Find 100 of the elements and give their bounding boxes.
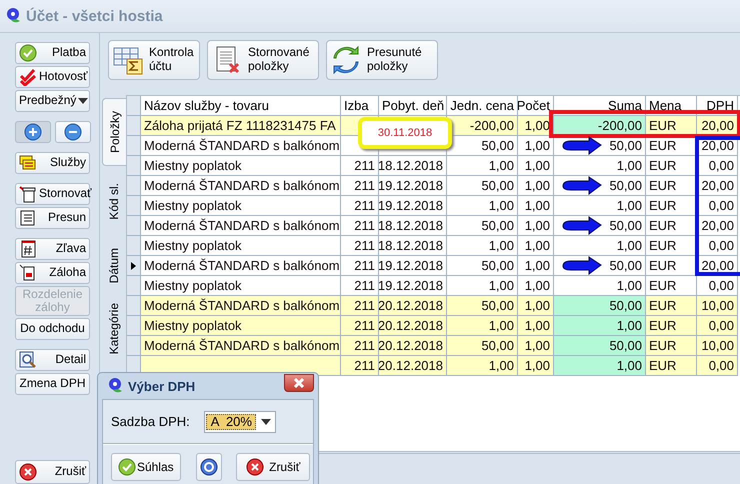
table-cell: 1,00 bbox=[554, 356, 646, 376]
table-cell: Miestny poplatok bbox=[141, 316, 341, 336]
table-cell: 50,00 bbox=[554, 336, 646, 356]
table-cell: 1,00 bbox=[447, 156, 518, 176]
row-header[interactable] bbox=[127, 256, 141, 276]
table-cell: 1,00 bbox=[447, 236, 518, 256]
toolbar-button[interactable]: Kontrola účtu bbox=[108, 40, 200, 80]
side-tab[interactable]: Položky bbox=[102, 98, 126, 166]
column-header[interactable]: Počet bbox=[518, 96, 554, 116]
table-cell: Miestny poplatok bbox=[141, 196, 341, 216]
dropdown-button[interactable]: Predbežný bbox=[15, 90, 90, 112]
table-cell: 19.12.2018 bbox=[379, 196, 447, 216]
sidebar-button[interactable]: Hotovosť bbox=[15, 66, 90, 88]
table-cell: 1,00 bbox=[518, 336, 554, 356]
table-cell: 1,00 bbox=[518, 196, 554, 216]
table-cell: 211 bbox=[341, 176, 379, 196]
row-header bbox=[127, 96, 141, 116]
column-header[interactable]: Jedn. cena bbox=[447, 96, 518, 116]
close-button[interactable] bbox=[284, 374, 314, 392]
table-cell: 18.12.2018 bbox=[379, 216, 447, 236]
table-sum-icon bbox=[113, 45, 143, 75]
table-cell: 18.12.2018 bbox=[379, 236, 447, 256]
vat-rate-select[interactable]: A 20% bbox=[204, 410, 276, 432]
table-cell: 0,00 bbox=[697, 356, 738, 376]
document-icon bbox=[19, 264, 37, 282]
table-cell: 1,00 bbox=[554, 276, 646, 296]
search-icon bbox=[19, 351, 37, 369]
table-cell: 211 bbox=[341, 196, 379, 216]
flower-icon bbox=[4, 7, 22, 25]
table-cell: EUR bbox=[646, 276, 697, 296]
table-cell: 211 bbox=[341, 156, 379, 176]
table-cell: 50,00 bbox=[447, 256, 518, 276]
flower-icon bbox=[106, 377, 124, 395]
table-cell: 1,00 bbox=[518, 176, 554, 196]
table-cell: 10,00 bbox=[697, 296, 738, 316]
table-cell: 0,00 bbox=[697, 276, 738, 296]
side-tab[interactable]: Kód sl. bbox=[102, 166, 124, 236]
field-label: Sadzba DPH: bbox=[111, 414, 190, 429]
side-tab[interactable]: Kategórie bbox=[102, 296, 124, 362]
table-cell: EUR bbox=[646, 296, 697, 316]
remove-button[interactable] bbox=[55, 121, 91, 143]
table-cell: 1,00 bbox=[554, 156, 646, 176]
table-cell: Moderná ŠTANDARD s balkónom bbox=[141, 296, 341, 316]
table-cell: 211 bbox=[341, 276, 379, 296]
table-cell: 19.12.2018 bbox=[379, 276, 447, 296]
column-header[interactable]: Izba bbox=[341, 96, 379, 116]
table-cell: 50,00 bbox=[447, 336, 518, 356]
table-cell: 50,00 bbox=[447, 176, 518, 196]
window-title: Účet - všetci hostia bbox=[26, 8, 163, 24]
table-cell: 19.12.2018 bbox=[379, 176, 447, 196]
caret-icon bbox=[260, 418, 271, 424]
cancel-button[interactable]: Zrušiť bbox=[236, 453, 310, 481]
table-cell: 20.12.2018 bbox=[379, 296, 447, 316]
table-cell: 1,00 bbox=[554, 196, 646, 216]
check-icon bbox=[118, 458, 136, 476]
table-cell: 211 bbox=[341, 336, 379, 356]
table-cell: 20.12.2018 bbox=[379, 356, 447, 376]
sidebar-button[interactable]: Zmena DPH bbox=[15, 373, 90, 395]
trash-icon bbox=[19, 185, 37, 203]
sidebar-button[interactable]: Záloha bbox=[15, 262, 90, 284]
table-cell: 50,00 bbox=[447, 216, 518, 236]
sidebar-button[interactable]: Presun bbox=[15, 207, 90, 229]
toolbar-button[interactable]: Presunuté položky bbox=[326, 40, 438, 80]
table-cell: 211 bbox=[341, 216, 379, 236]
sidebar-button[interactable]: Služby bbox=[15, 152, 90, 174]
sidebar-button[interactable]: Do odchodu bbox=[15, 318, 90, 340]
sidebar-button[interactable]: Platba bbox=[15, 42, 90, 64]
sidebar-button[interactable]: Detail bbox=[15, 349, 90, 371]
table-cell: 50,00 bbox=[447, 296, 518, 316]
table-cell: Miestny poplatok bbox=[141, 236, 341, 256]
list-icon bbox=[19, 209, 37, 227]
check-icon bbox=[19, 44, 37, 62]
table-cell: 1,00 bbox=[518, 236, 554, 256]
table-cell: Miestny poplatok bbox=[141, 276, 341, 296]
table-cell: Moderná ŠTANDARD s balkónom bbox=[141, 216, 341, 236]
cancel-button[interactable]: Zrušiť bbox=[15, 460, 90, 484]
table-cell: Záloha prijatá FZ 1118231475 FA bbox=[141, 116, 341, 136]
table-cell: 211 bbox=[341, 256, 379, 276]
table-cell: 1,00 bbox=[518, 156, 554, 176]
table-cell: 50,00 bbox=[554, 296, 646, 316]
help-button[interactable] bbox=[196, 453, 222, 481]
minus-icon bbox=[64, 123, 82, 141]
cancel-icon bbox=[246, 458, 264, 476]
sidebar-button[interactable]: Zľava bbox=[15, 238, 90, 260]
table-cell: 1,00 bbox=[518, 216, 554, 236]
column-header[interactable]: Názov služby - tovaru bbox=[141, 96, 341, 116]
toolbar-button[interactable]: Stornované položky bbox=[207, 40, 319, 80]
document-icon bbox=[19, 240, 37, 258]
side-tab[interactable]: Dátum bbox=[102, 236, 124, 296]
add-button[interactable] bbox=[15, 121, 51, 143]
table-cell: 18.12.2018 bbox=[379, 156, 447, 176]
table-cell: 211 bbox=[341, 296, 379, 316]
double-check-icon bbox=[19, 68, 37, 86]
table-cell: 20.12.2018 bbox=[379, 316, 447, 336]
ok-button[interactable]: Súhlas bbox=[111, 453, 181, 481]
column-header[interactable]: Pobyt. deň bbox=[379, 96, 447, 116]
sidebar-button[interactable]: Stornovať bbox=[15, 183, 90, 205]
table-cell: 1,00 bbox=[447, 276, 518, 296]
table-cell: EUR bbox=[646, 356, 697, 376]
table-cell: 1,00 bbox=[518, 256, 554, 276]
